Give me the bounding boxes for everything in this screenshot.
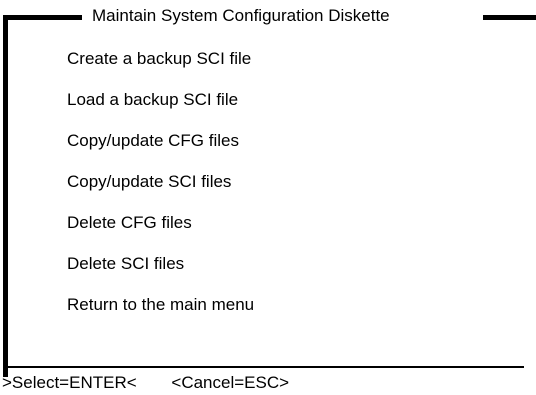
menu-item-load-backup-sci[interactable]: Load a backup SCI file bbox=[67, 88, 254, 129]
dialog-frame-top-left bbox=[3, 15, 82, 20]
menu-item-delete-sci[interactable]: Delete SCI files bbox=[67, 252, 254, 293]
maintain-config-dialog: Maintain System Configuration Diskette C… bbox=[0, 0, 536, 395]
key-hint-bar: >Select=ENTER< <Cancel=ESC> bbox=[2, 371, 289, 395]
footer-separator bbox=[3, 366, 524, 368]
dialog-frame-top-right bbox=[483, 15, 536, 20]
dialog-frame-left bbox=[3, 15, 8, 377]
menu-list: Create a backup SCI file Load a backup S… bbox=[67, 47, 254, 334]
menu-item-delete-cfg[interactable]: Delete CFG files bbox=[67, 211, 254, 252]
menu-item-return-main-menu[interactable]: Return to the main menu bbox=[67, 293, 254, 334]
menu-item-copy-update-sci[interactable]: Copy/update SCI files bbox=[67, 170, 254, 211]
menu-item-copy-update-cfg[interactable]: Copy/update CFG files bbox=[67, 129, 254, 170]
menu-item-create-backup-sci[interactable]: Create a backup SCI file bbox=[67, 47, 254, 88]
select-enter-hint[interactable]: >Select=ENTER< bbox=[2, 371, 137, 395]
dialog-title: Maintain System Configuration Diskette bbox=[92, 6, 390, 25]
cancel-esc-hint[interactable]: <Cancel=ESC> bbox=[171, 371, 289, 395]
